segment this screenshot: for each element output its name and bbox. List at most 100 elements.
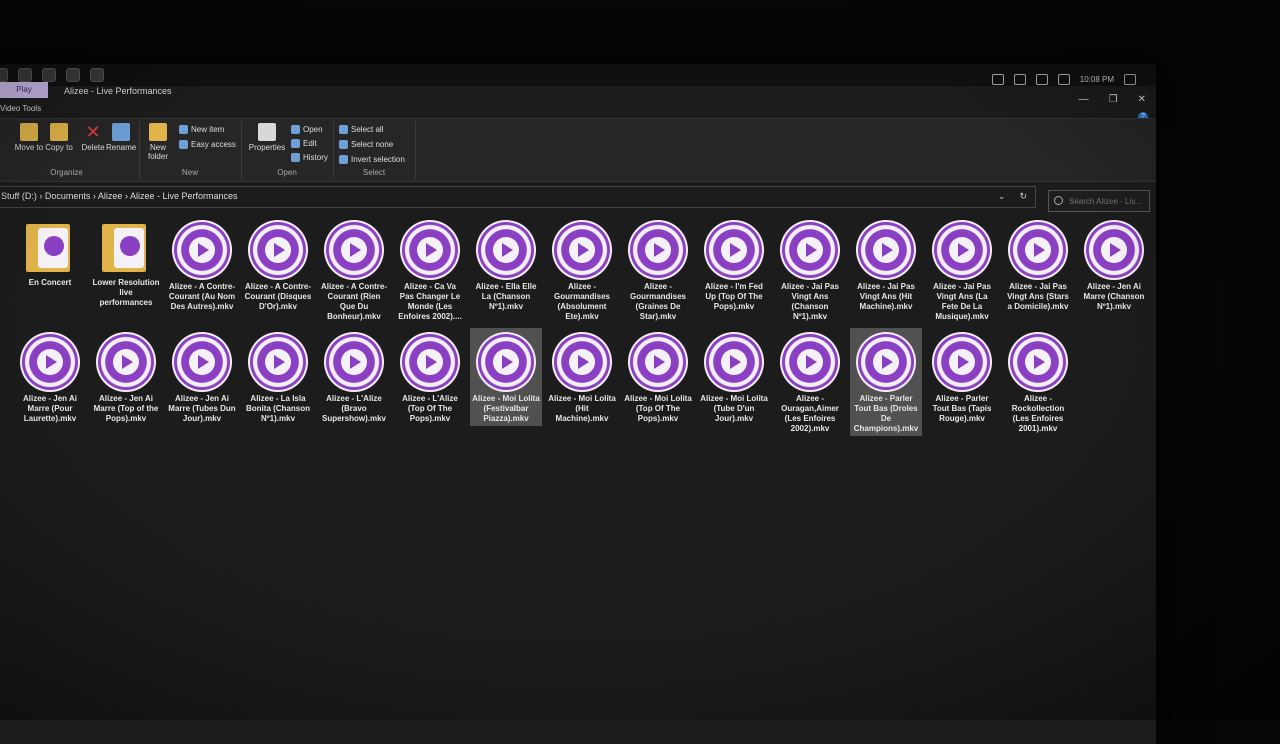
video-file-item[interactable]: Alizee - Moi Lolita (Hit Machine).mkv — [546, 328, 618, 426]
address-buttons: ⌄ ↻ — [998, 191, 1027, 202]
copy-to-label: Copy to — [45, 143, 73, 152]
video-file-item[interactable]: Alizee - Gourmandises (Graines De Star).… — [622, 216, 694, 324]
move-to-button[interactable]: Move to — [14, 123, 44, 152]
rename-button[interactable]: Rename — [106, 123, 136, 152]
video-file-item[interactable]: Alizee - Ella Elle La (Chanson Nº1).mkv — [470, 216, 542, 314]
video-file-item[interactable]: Alizee - A Contre-Courant (Rien Que Du B… — [318, 216, 390, 324]
history-icon — [291, 153, 300, 162]
video-file-item[interactable]: Alizee - Jai Pas Vingt Ans (Hit Machine)… — [850, 216, 922, 314]
video-file-item[interactable]: Alizee - Ouragan,Aimer (Les Enfoires 200… — [774, 328, 846, 436]
video-file-item[interactable]: Alizee - Jai Pas Vingt Ans (Stars a Domi… — [1002, 216, 1074, 314]
video-file-item[interactable]: Alizee - La Isla Bonita (Chanson Nº1).mk… — [242, 328, 314, 426]
folder-item[interactable]: En Concert — [14, 216, 86, 290]
file-name: Alizee - L'Alize (Bravo Supershow).mkv — [321, 394, 386, 423]
video-file-item[interactable]: Alizee - A Contre-Courant (Au Nom Des Au… — [166, 216, 238, 314]
video-file-item[interactable]: Alizee - Jen Ai Marre (Pour Laurette).mk… — [14, 328, 86, 426]
video-file-item[interactable]: Alizee - Moi Lolita (Top Of The Pops).mk… — [622, 328, 694, 426]
play-circle-icon — [704, 220, 764, 280]
delete-icon: ✕ — [85, 122, 101, 142]
play-circle-icon — [552, 332, 612, 392]
ribbon-group-new: New folder New item Easy access New — [139, 121, 242, 179]
video-file-item[interactable]: Alizee - Gourmandises (Absolument Ete).m… — [546, 216, 618, 324]
folder-icon — [26, 218, 74, 274]
easy-access-button[interactable]: Easy access — [179, 140, 236, 149]
file-name: Alizee - A Contre-Courant (Disques D'Or)… — [244, 282, 312, 311]
clock[interactable]: 10:08 PM — [1080, 75, 1114, 84]
quick-access-toolbar — [0, 68, 104, 82]
invert-selection-button[interactable]: Invert selection — [339, 155, 405, 164]
open-button[interactable]: Open — [291, 125, 323, 134]
address-bar[interactable]: Stuff (D:) › Documents › Alizee › Alizee… — [0, 186, 1036, 208]
edit-button[interactable]: Edit — [291, 139, 317, 148]
video-file-item[interactable]: Alizee - Moi Lolita (Festivalbar Piazza)… — [470, 328, 542, 426]
file-name: Alizee - Moi Lolita (Tube D'un Jour).mkv — [700, 394, 768, 423]
select-all-button[interactable]: Select all — [339, 125, 383, 134]
notification-icon[interactable] — [1124, 74, 1136, 85]
file-name: Alizee - Jen Ai Marre (Tubes Dun Jour).m… — [168, 394, 236, 423]
play-circle-icon — [324, 220, 384, 280]
video-file-item[interactable]: Alizee - L'Alize (Top Of The Pops).mkv — [394, 328, 466, 426]
ribbon-group-select: Select all Select none Invert selection … — [333, 121, 416, 179]
edit-icon — [291, 139, 300, 148]
refresh-icon[interactable]: ↻ — [1019, 191, 1027, 202]
history-button[interactable]: History — [291, 153, 328, 162]
select-none-button[interactable]: Select none — [339, 140, 393, 149]
organize-group-label: Organize — [50, 168, 83, 177]
play-circle-icon — [932, 332, 992, 392]
breadcrumb-item[interactable]: Stuff (D:) — [1, 191, 37, 201]
properties-label: Properties — [248, 143, 286, 152]
breadcrumb-item[interactable]: Alizee — [98, 191, 123, 201]
folder-item[interactable]: Lower Resolution live performances — [90, 216, 162, 310]
search-input[interactable] — [1067, 196, 1149, 207]
play-circle-icon — [932, 220, 992, 280]
video-file-item[interactable]: Alizee - L'Alize (Bravo Supershow).mkv — [318, 328, 390, 426]
title-bar: 10:08 PM — [0, 64, 1156, 86]
video-file-item[interactable]: Alizee - Moi Lolita (Tube D'un Jour).mkv — [698, 328, 770, 426]
play-circle-icon — [628, 332, 688, 392]
app-icon[interactable] — [66, 68, 80, 82]
chrome-icon[interactable] — [42, 68, 56, 82]
video-file-item[interactable]: Alizee - Jen Ai Marre (Chanson Nº1).mkv — [1078, 216, 1150, 314]
search-box[interactable] — [1048, 190, 1150, 212]
tab-play[interactable]: Play — [0, 82, 48, 98]
video-file-item[interactable]: Alizee - Jen Ai Marre (Tubes Dun Jour).m… — [166, 328, 238, 426]
chevron-up-icon[interactable] — [991, 74, 1004, 85]
move-to-label: Move to — [14, 143, 44, 152]
select-group-label: Select — [362, 168, 386, 177]
breadcrumb-item[interactable]: Alizee - Live Performances — [130, 191, 238, 201]
copy-to-button[interactable]: Copy to — [44, 123, 74, 152]
close-icon[interactable]: ✕ — [1138, 94, 1146, 105]
minimize-icon[interactable]: — — [1079, 94, 1089, 105]
play-circle-icon — [704, 332, 764, 392]
properties-button[interactable]: Properties — [245, 123, 289, 152]
video-file-item[interactable]: Alizee - Jai Pas Vingt Ans (Chanson Nº1)… — [774, 216, 846, 324]
video-file-item[interactable]: Alizee - A Contre-Courant (Disques D'Or)… — [242, 216, 314, 314]
video-file-item[interactable]: Alizee - Parler Tout Bas (Droles De Cham… — [850, 328, 922, 436]
video-file-item[interactable]: Alizee - Parler Tout Bas (Tapis Rouge).m… — [926, 328, 998, 426]
file-name: Alizee - Jai Pas Vingt Ans (La Fete De L… — [933, 282, 991, 321]
file-name: Alizee - Moi Lolita (Hit Machine).mkv — [548, 394, 616, 423]
settings-icon[interactable] — [90, 68, 104, 82]
wifi-icon[interactable] — [1035, 74, 1048, 85]
video-file-item[interactable]: Alizee - Ca Va Pas Changer Le Monde (Les… — [394, 216, 466, 324]
video-file-item[interactable]: Alizee - Rockollection (Les Enfoires 200… — [1002, 328, 1074, 436]
move-to-icon — [20, 123, 38, 141]
video-file-item[interactable]: Alizee - Jen Ai Marre (Top of the Pops).… — [90, 328, 162, 426]
history-label: History — [303, 153, 328, 162]
breadcrumb-item[interactable]: Documents — [45, 191, 91, 201]
chevron-down-icon[interactable]: ⌄ — [998, 191, 1006, 202]
delete-button[interactable]: ✕ Delete — [78, 123, 108, 152]
new-item-button[interactable]: New item — [179, 125, 224, 134]
store-icon[interactable] — [18, 68, 32, 82]
file-name: Alizee - Jen Ai Marre (Top of the Pops).… — [93, 394, 159, 423]
maximize-icon[interactable]: ❐ — [1109, 94, 1118, 105]
battery-icon[interactable] — [1013, 74, 1026, 85]
explorer-icon[interactable] — [0, 68, 8, 82]
new-folder-button[interactable]: New folder — [143, 123, 173, 161]
video-file-item[interactable]: Alizee - Jai Pas Vingt Ans (La Fete De L… — [926, 216, 998, 324]
explorer-window: 10:08 PM Play Alizee - Live Performances… — [0, 64, 1156, 744]
window-title: Alizee - Live Performances — [64, 86, 172, 96]
video-file-item[interactable]: Alizee - I'm Fed Up (Top Of The Pops).mk… — [698, 216, 770, 314]
volume-icon[interactable] — [1057, 74, 1070, 85]
file-name: En Concert — [28, 278, 72, 287]
